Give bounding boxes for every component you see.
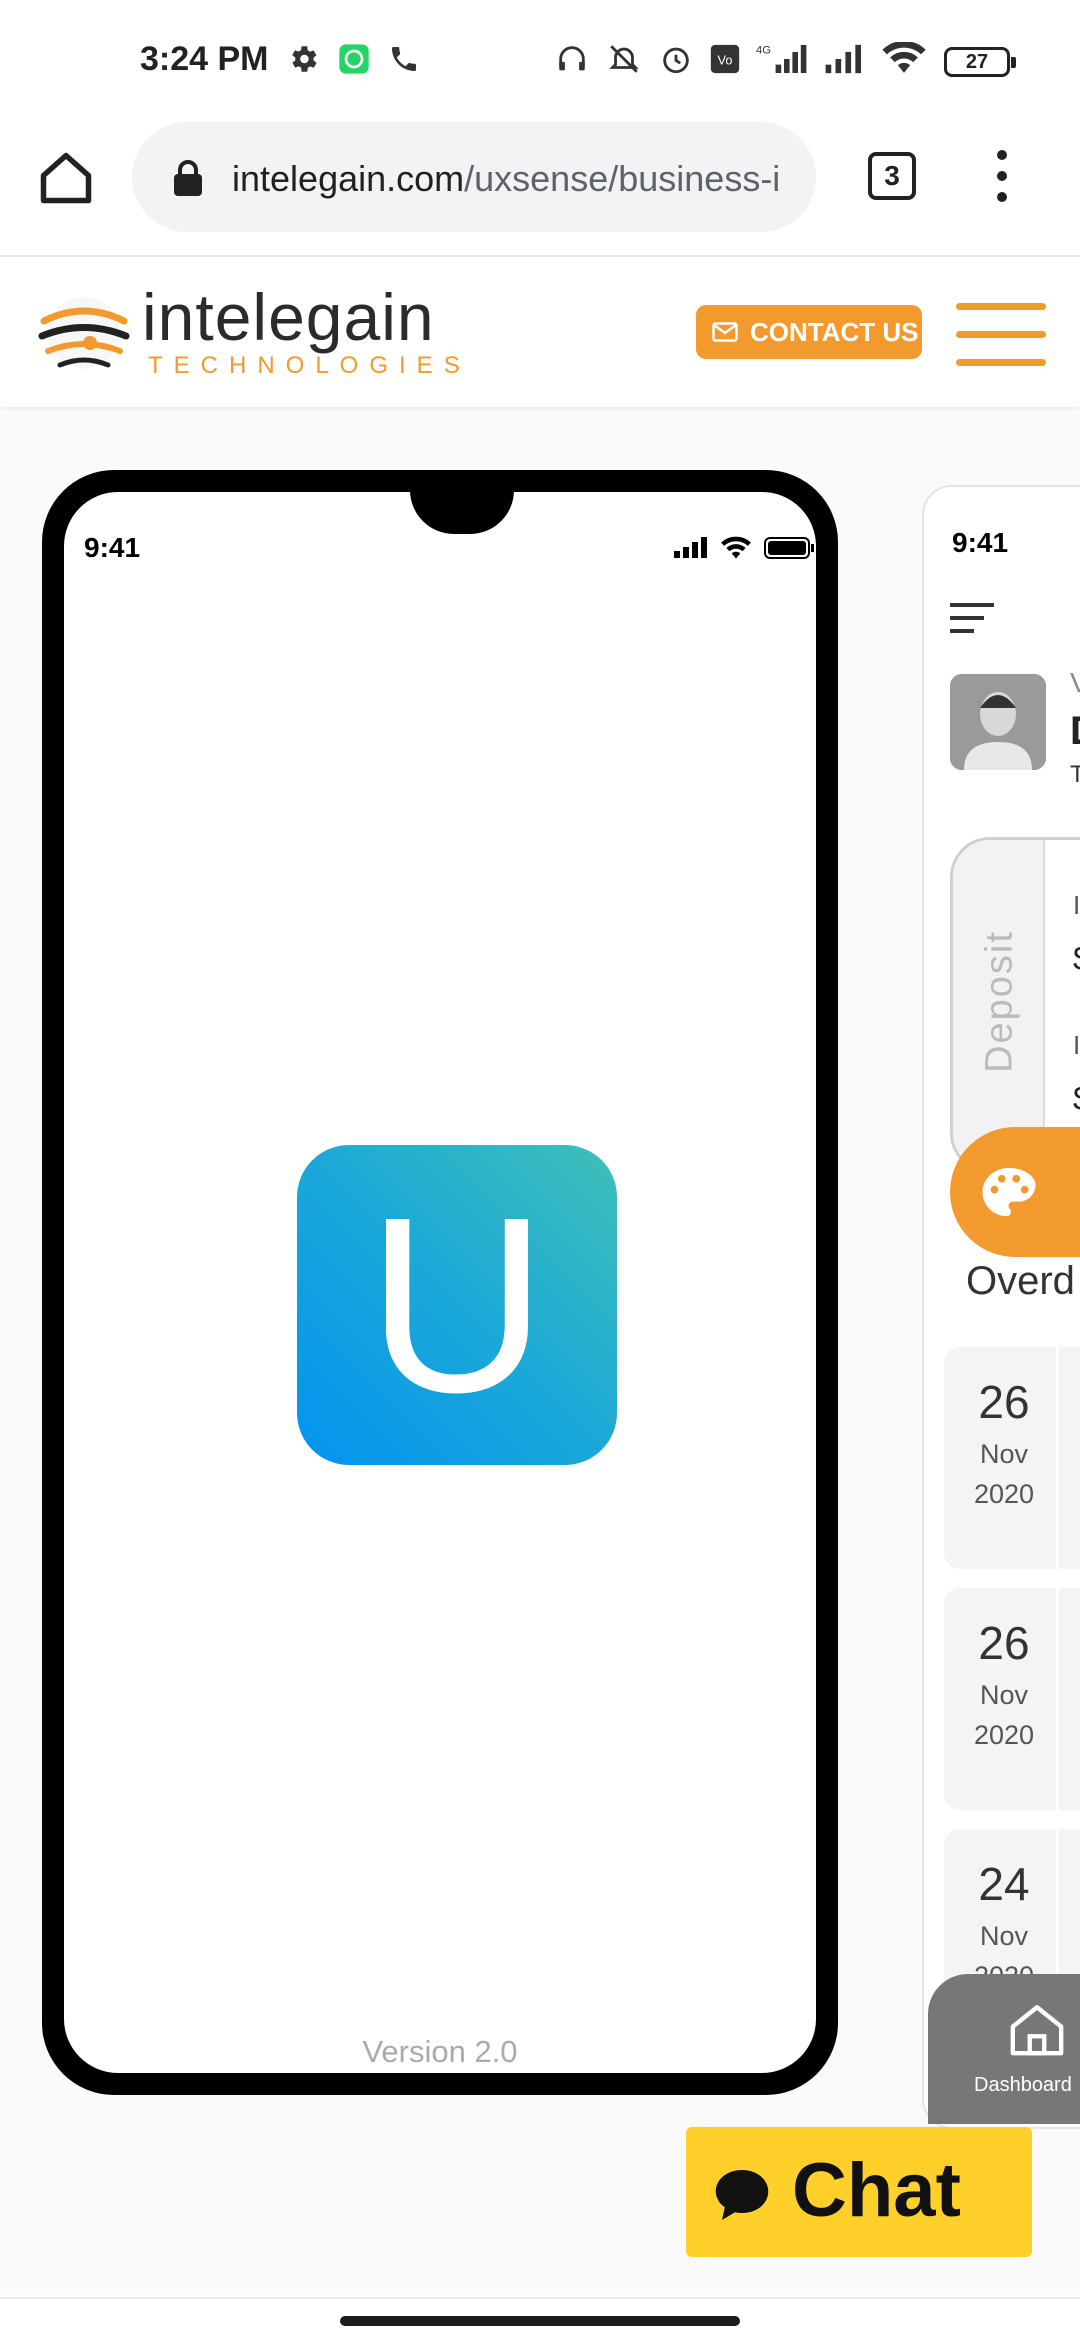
wifi-icon [882, 42, 926, 73]
card-label-1: I [1073, 890, 1080, 920]
home-icon[interactable] [36, 148, 96, 208]
date-day: 26 [978, 1376, 1030, 1428]
contact-us-button[interactable]: CONTACT US [696, 305, 922, 359]
bottom-nav: Dashboard [928, 1974, 1080, 2124]
date-divider [1056, 1347, 1059, 1569]
version-text: Version 2.0 [362, 2034, 518, 2069]
mock-status-time: 9:41 [84, 532, 141, 563]
date-month: Nov [979, 1439, 1028, 1469]
volte-icon: Vo [710, 44, 740, 74]
date-day: 26 [978, 1617, 1030, 1669]
svg-text:Vo: Vo [718, 53, 733, 68]
whatsapp-icon [339, 44, 369, 74]
mock-battery-icon [764, 537, 814, 559]
theme-palette-button[interactable] [950, 1127, 1080, 1257]
app-logo-letter: U [366, 1165, 548, 1444]
headset-icon [559, 46, 585, 71]
address-bar[interactable]: intelegain.com/uxsense/business-i [132, 122, 816, 232]
overdue-heading: Overd [966, 1259, 1075, 1303]
home-gesture-handle[interactable] [340, 2316, 740, 2326]
chat-button[interactable]: Chat [686, 2127, 1032, 2257]
splash-screen: 9:41 U Version 2.0 [64, 490, 816, 2073]
dashboard-home-icon[interactable] [1008, 2002, 1066, 2056]
status-bar: 3:24 PM Vo 4G 27 [0, 0, 1080, 120]
user-role-text: T [1070, 761, 1080, 788]
mute-vibrate-icon [609, 45, 639, 73]
card-amount-2: $ [1073, 1080, 1080, 1119]
menu-icon [950, 603, 994, 633]
mock-status-time-2: 9:41 [952, 527, 1009, 558]
url-host: intelegain.com [232, 158, 465, 199]
deposit-label: Deposit [978, 930, 1021, 1073]
mock-signal-icon [674, 537, 707, 558]
date-divider [1056, 1588, 1059, 1810]
date-year: 2020 [973, 1720, 1035, 1750]
dashboard-phone-mockup: 9:41 V D T Deposit I $ I $ Overd 26 Nov … [922, 485, 1080, 2129]
browser-toolbar: intelegain.com/uxsense/business-i 3 [0, 120, 1080, 257]
card-amount-1: $ [1073, 940, 1080, 979]
greeting-text: V [1070, 667, 1080, 698]
tab-switcher-button[interactable]: 3 [868, 152, 916, 200]
date-year: 2020 [973, 1479, 1035, 1509]
card-label-2: I [1073, 1030, 1080, 1060]
user-name-text: D [1070, 709, 1080, 754]
chat-label: Chat [792, 2148, 961, 2233]
site-menu-button[interactable] [956, 303, 1046, 367]
palette-icon [982, 1167, 1036, 1217]
phone-icon [392, 47, 416, 71]
splash-phone-mockup: 9:41 U Version 2.0 [42, 470, 838, 2095]
mobile-signal-4g-icon: 4G [756, 44, 807, 73]
logo-subtitle: TECHNOLOGIES [148, 352, 471, 379]
mobile-signal-icon [825, 44, 861, 74]
system-nav-bar [0, 2297, 1080, 2342]
status-time: 3:24 PM [140, 40, 269, 78]
date-month: Nov [979, 1921, 1028, 1951]
date-day: 24 [978, 1858, 1030, 1910]
browser-menu-button[interactable] [990, 150, 1014, 210]
deposit-tab: Deposit [953, 840, 1045, 1170]
url-path: /uxsense/business-i [464, 158, 781, 199]
chat-bubble-icon [715, 2170, 769, 2220]
alarm-icon [663, 47, 689, 74]
settings-icon [292, 46, 317, 72]
date-card[interactable]: 26 Nov 2020 [944, 1347, 1080, 1569]
svg-text:4G: 4G [756, 44, 771, 56]
phone-notch [410, 490, 514, 534]
contact-us-label: CONTACT US [750, 317, 919, 347]
user-photo-icon [950, 674, 1046, 770]
url-text[interactable]: intelegain.com/uxsense/business-i [232, 158, 780, 200]
site-header: intelegain TECHNOLOGIES CONTACT US [0, 257, 1080, 407]
intelegain-logo-icon[interactable] [34, 281, 134, 381]
date-month: Nov [979, 1680, 1028, 1710]
mock-wifi-icon [721, 536, 751, 559]
nav-dashboard-label[interactable]: Dashboard [974, 2074, 1072, 2097]
deposit-card: Deposit I $ I $ [950, 837, 1080, 1173]
mail-icon [712, 322, 738, 342]
user-avatar [950, 674, 1046, 770]
logo-wordmark: intelegain [142, 280, 435, 354]
date-card[interactable]: 26 Nov 2020 [944, 1588, 1080, 1810]
lock-icon [174, 160, 202, 196]
page-content: 9:41 U Version 2.0 9:41 V D T Deposit I … [0, 410, 1080, 2295]
battery-indicator: 27 [944, 47, 1016, 77]
app-logo-icon: U [297, 1145, 617, 1465]
